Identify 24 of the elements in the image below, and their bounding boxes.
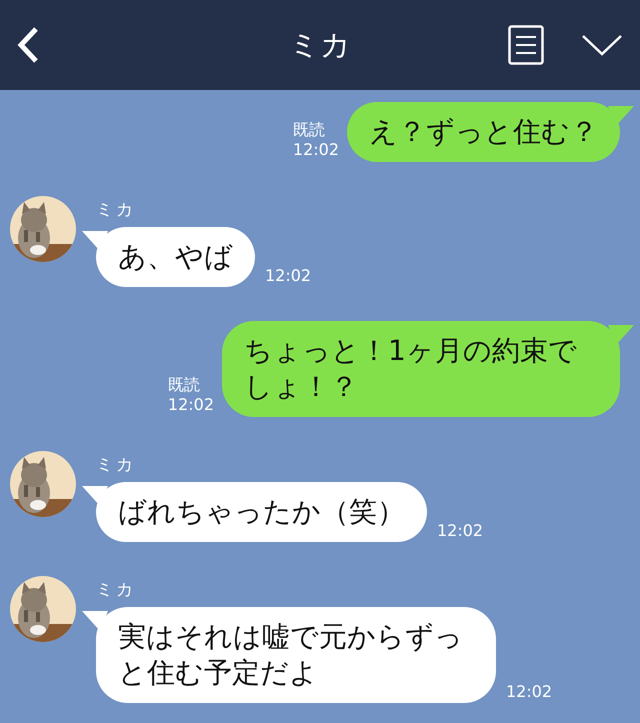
bubble-tail — [608, 325, 634, 345]
received-message: 実はそれは嘘で元からずっと住む予定だよ — [96, 607, 496, 703]
message-time: 12:02 — [506, 682, 552, 703]
received-message: あ、やば — [96, 227, 255, 287]
chevron-down-icon[interactable] — [582, 34, 622, 56]
sender-name: ミカ — [96, 454, 137, 476]
bubble-tail — [82, 486, 108, 506]
notes-icon[interactable] — [508, 25, 544, 65]
bubble-tail — [608, 106, 634, 126]
received-message: ばれちゃったか（笑） — [96, 482, 427, 542]
message-time: 12:02 — [168, 395, 214, 415]
message-time: 12:02 — [265, 266, 312, 287]
read-receipt: 既読 — [292, 120, 325, 140]
message-time: 12:02 — [292, 140, 339, 160]
back-icon[interactable] — [16, 26, 40, 64]
sender-name: ミカ — [96, 579, 137, 601]
bubble-tail — [82, 611, 108, 631]
chat-title: ミカ — [289, 26, 351, 64]
sent-message: え？ずっと住む？ — [347, 102, 620, 162]
read-receipt: 既読 — [168, 375, 200, 395]
sender-name: ミカ — [96, 199, 137, 221]
bubble-tail — [82, 231, 108, 251]
message-time: 12:02 — [437, 521, 484, 542]
sent-message: ちょっと！1ヶ月の約束でしょ！？ — [222, 321, 620, 417]
